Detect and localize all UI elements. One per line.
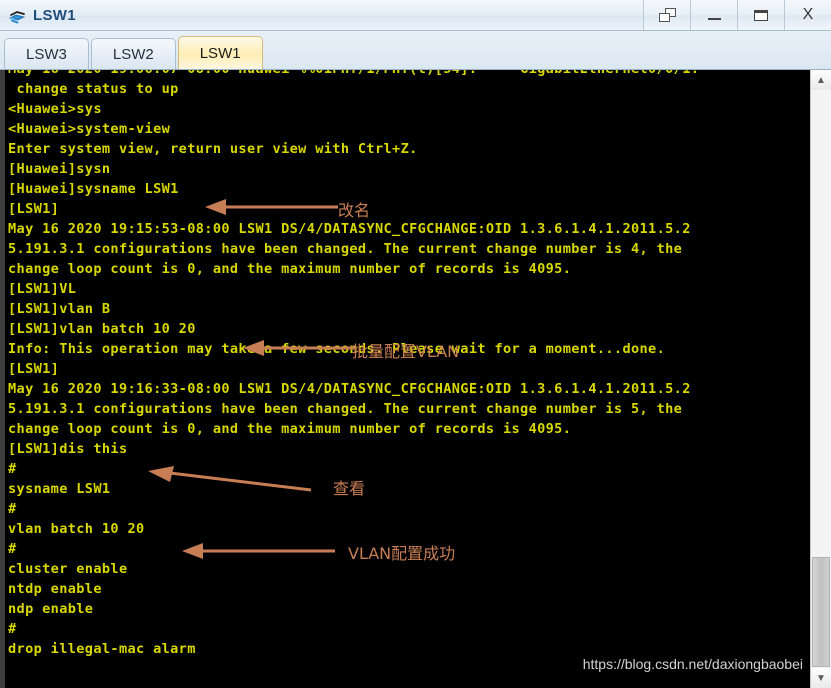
- scrollbar-track[interactable]: [811, 90, 831, 668]
- minimize-button[interactable]: [690, 0, 737, 30]
- switch-icon: [8, 7, 26, 25]
- terminal-line: [LSW1]vlan batch 10 20: [8, 321, 196, 337]
- chevron-down-icon: ▼: [816, 672, 826, 684]
- terminal-line: Info: This operation may take a few seco…: [8, 341, 666, 357]
- close-icon: X: [802, 6, 814, 23]
- terminal-line: [Huawei]sysname LSW1: [8, 181, 179, 197]
- terminal-line: change loop count is 0, and the maximum …: [8, 261, 572, 277]
- tab-lsw3-label: LSW3: [26, 45, 67, 63]
- terminal-line: #: [8, 541, 17, 557]
- terminal-line: May 16 2020 19:16:33-08:00 LSW1 DS/4/DAT…: [8, 381, 691, 397]
- minimize-icon: [707, 18, 721, 20]
- terminal-line: 5.191.3.1 configurations have been chang…: [8, 241, 683, 257]
- terminal-line: sysname LSW1: [8, 481, 111, 497]
- tab-lsw3[interactable]: LSW3: [4, 38, 89, 69]
- terminal-line: [LSW1]: [8, 201, 60, 217]
- terminal-line: [LSW1]vlan B: [8, 301, 111, 317]
- close-button[interactable]: X: [784, 0, 831, 30]
- terminal-line: [LSW1]: [8, 361, 60, 377]
- tab-lsw1-label: LSW1: [199, 44, 241, 62]
- terminal-line: vlan batch 10 20: [8, 521, 145, 537]
- restore-icon: [658, 8, 676, 22]
- terminal-line: #: [8, 621, 17, 637]
- tab-list: LSW3 LSW2 LSW1: [4, 36, 263, 69]
- tab-lsw2[interactable]: LSW2: [90, 38, 176, 69]
- terminal-line: May 16 2020 19:06:07-08:00 Huawei %%01PH…: [8, 70, 810, 79]
- scroll-down-button[interactable]: ▼: [811, 668, 831, 688]
- window-title: LSW1: [33, 7, 76, 24]
- restore-button[interactable]: [643, 0, 690, 30]
- terminal-line: change status to up: [8, 81, 179, 97]
- terminal-line: [LSW1]dis this: [8, 441, 128, 457]
- vertical-scrollbar[interactable]: ▲ ▼: [810, 70, 831, 688]
- terminal-line: <Huawei>system-view: [8, 121, 171, 137]
- tab-lsw2-label: LSW2: [112, 45, 154, 63]
- window-controls: X: [643, 0, 831, 30]
- title-bar: LSW1 X: [0, 0, 831, 31]
- tab-lsw1[interactable]: LSW1: [177, 36, 263, 69]
- title-bar-left: LSW1: [8, 0, 76, 31]
- chevron-up-icon: ▲: [816, 74, 826, 86]
- terminal-line: <Huawei>sys: [8, 101, 102, 117]
- scrollbar-thumb[interactable]: [812, 557, 830, 667]
- watermark: https://blog.csdn.net/daxiongbaobei: [582, 656, 803, 672]
- maximize-icon: [754, 9, 768, 21]
- terminal-line: 5.191.3.1 configurations have been chang…: [8, 401, 683, 417]
- scroll-up-button[interactable]: ▲: [811, 70, 831, 90]
- terminal-line: [Huawei]sysn: [8, 161, 111, 177]
- terminal-line: #: [8, 501, 17, 517]
- terminal-line: Enter system view, return user view with…: [8, 141, 418, 157]
- terminal-text: May 16 2020 19:06:07-08:00 Huawei %%01PH…: [8, 70, 810, 659]
- tab-strip: LSW3 LSW2 LSW1: [0, 31, 831, 70]
- terminal-line: ntdp enable: [8, 581, 102, 597]
- terminal-line: change loop count is 0, and the maximum …: [8, 421, 572, 437]
- terminal-line: #: [8, 461, 17, 477]
- terminal-output[interactable]: May 16 2020 19:06:07-08:00 Huawei %%01PH…: [5, 70, 810, 688]
- terminal-line: [LSW1]VL: [8, 281, 77, 297]
- terminal-line: May 16 2020 19:15:53-08:00 LSW1 DS/4/DAT…: [8, 221, 691, 237]
- maximize-button[interactable]: [737, 0, 784, 30]
- terminal-line: cluster enable: [8, 561, 128, 577]
- terminal-line: ndp enable: [8, 601, 94, 617]
- emulator-window: LSW1 X LSW3 LSW2 LSW1 change status to u…: [0, 0, 831, 688]
- terminal-panel: May 16 2020 19:06:07-08:00 Huawei %%01PH…: [0, 70, 831, 688]
